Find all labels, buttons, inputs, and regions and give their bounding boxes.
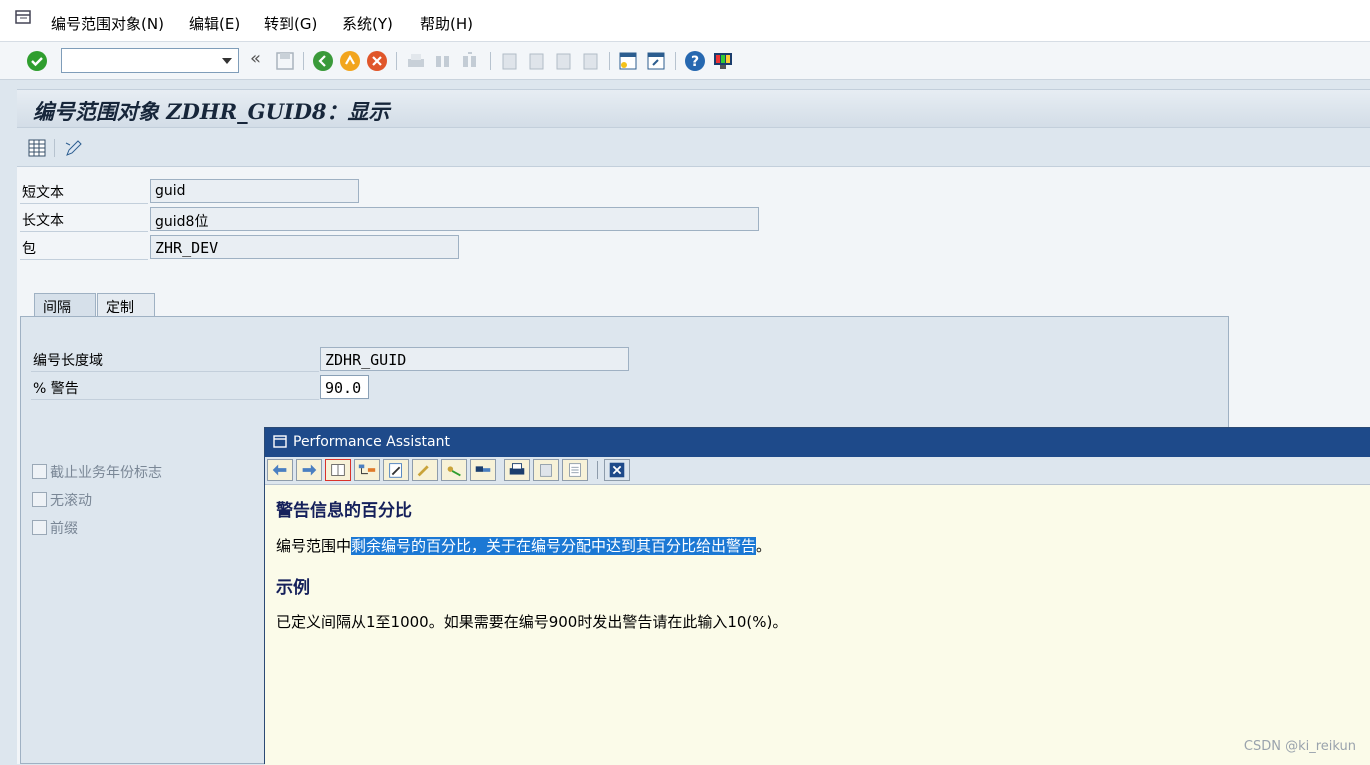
toolbar-separator <box>609 52 610 70</box>
book-icon <box>331 464 345 476</box>
print-icon <box>509 463 525 475</box>
wrench-icon <box>417 465 429 477</box>
help-icon[interactable]: ? <box>684 50 706 72</box>
label-underline <box>31 371 319 372</box>
short-text-label: 短文本 <box>22 185 64 201</box>
no-rolling-checkbox[interactable] <box>32 492 47 507</box>
menu-number-range-object[interactable]: 编号范围对象(N) <box>51 13 164 34</box>
arrow-left-icon <box>272 464 287 476</box>
fiscal-year-checkbox[interactable] <box>32 464 47 479</box>
package-label: 包 <box>22 241 36 257</box>
key-icon <box>447 466 461 477</box>
hierarchy-icon <box>358 464 376 475</box>
short-text-field[interactable]: guid <box>150 179 359 203</box>
bookmark-icon <box>540 464 552 477</box>
find-next-icon[interactable] <box>459 50 481 72</box>
menu-goto[interactable]: 转到(G) <box>264 13 317 34</box>
menu-help[interactable]: 帮助(H) <box>420 13 473 34</box>
close-icon <box>609 462 625 478</box>
cancel-icon[interactable] <box>366 50 388 72</box>
link-button[interactable] <box>470 459 496 481</box>
page-title-bar: 编号范围对象 ZDHR_GUID8：显示 <box>17 89 1370 127</box>
help-paragraph-example: 已定义间隔从1至1000。如果需要在编号900时发出警告请在此输入10(%)。 <box>276 613 788 631</box>
enter-check-icon[interactable] <box>26 50 48 72</box>
watermark: CSDN @ki_reikun <box>1243 739 1356 754</box>
label-underline <box>20 231 148 232</box>
assistant-title-bar[interactable]: Performance Assistant <box>265 428 1370 457</box>
collapse-command-button[interactable]: « <box>250 48 272 70</box>
menu-edit[interactable]: 编辑(E) <box>189 13 240 34</box>
no-rolling-label: 无滚动 <box>50 493 92 509</box>
back-icon[interactable] <box>312 50 334 72</box>
label-underline <box>20 259 148 260</box>
toolbar-separator <box>396 52 397 70</box>
save-icon[interactable] <box>274 50 296 72</box>
assistant-title: Performance Assistant <box>293 434 450 450</box>
svg-text:?: ? <box>691 54 699 70</box>
new-session-icon[interactable] <box>617 50 639 72</box>
warning-percent-label: % 警告 <box>33 381 79 397</box>
label-underline <box>31 399 319 400</box>
help-paragraph-definition[interactable]: 编号范围中剩余编号的百分比，关于在编号分配中达到其百分比给出警告。 <box>276 535 771 556</box>
bookmark-button[interactable] <box>533 459 559 481</box>
help-heading-example: 示例 <box>276 578 310 598</box>
technical-info-button[interactable] <box>325 459 351 481</box>
selected-text: 剩余编号的百分比，关于在编号分配中达到其百分比给出警告 <box>351 537 757 555</box>
warning-percent-field[interactable]: 90.0 <box>320 375 369 399</box>
performance-assistant-window: Performance Assistant 警告信息的百分比 编号范围中剩余编号… <box>264 427 1370 765</box>
list-icon <box>569 463 581 477</box>
edit-button[interactable] <box>383 459 409 481</box>
long-text-field[interactable]: guid8位 <box>150 207 759 231</box>
toolbar-separator <box>490 52 491 70</box>
assistant-toolbar <box>265 457 1370 485</box>
key-button[interactable] <box>441 459 467 481</box>
label-underline <box>20 203 148 204</box>
structure-button[interactable] <box>354 459 380 481</box>
list-button[interactable] <box>562 459 588 481</box>
application-toolbar <box>17 127 1370 167</box>
arrow-right-icon <box>302 464 317 476</box>
link-icon <box>475 466 491 472</box>
tab-customizing[interactable]: 定制 <box>97 293 155 317</box>
last-page-icon[interactable] <box>579 50 601 72</box>
tab-interval[interactable]: 间隔 <box>34 293 96 317</box>
table-view-icon[interactable] <box>28 139 46 157</box>
menu-bar: 编号范围对象(N) 编辑(E) 转到(G) 系统(Y) 帮助(H) <box>0 0 1370 42</box>
back-arrow-button[interactable] <box>267 459 293 481</box>
number-length-domain-label: 编号长度域 <box>33 353 103 369</box>
prefix-label: 前缀 <box>50 521 78 537</box>
help-heading-warning: 警告信息的百分比 <box>276 501 412 521</box>
prefix-checkbox[interactable] <box>32 520 47 535</box>
assistant-help-content: 警告信息的百分比 编号范围中剩余编号的百分比，关于在编号分配中达到其百分比给出警… <box>265 485 1370 765</box>
menu-system[interactable]: 系统(Y) <box>342 13 393 34</box>
window-menu-icon[interactable] <box>14 10 34 26</box>
edit-document-icon <box>389 463 402 478</box>
find-icon[interactable] <box>432 50 454 72</box>
toolbar-separator <box>303 52 304 70</box>
change-pencil-icon[interactable] <box>63 137 85 159</box>
shortcut-icon[interactable] <box>645 50 667 72</box>
customize-layout-icon[interactable] <box>712 50 734 72</box>
close-assistant-button[interactable] <box>604 459 630 481</box>
toolbar-separator <box>54 139 55 157</box>
package-field[interactable]: ZHR_DEV <box>150 235 459 259</box>
fiscal-year-label: 截止业务年份标志 <box>50 465 162 481</box>
exit-icon[interactable] <box>339 50 361 72</box>
chevron-down-icon[interactable] <box>222 58 232 64</box>
number-length-domain-field[interactable]: ZDHR_GUID <box>320 347 629 371</box>
long-text-label: 长文本 <box>22 213 64 229</box>
print-button[interactable] <box>504 459 530 481</box>
print-icon[interactable] <box>405 50 427 72</box>
next-page-icon[interactable] <box>552 50 574 72</box>
tools-button[interactable] <box>412 459 438 481</box>
command-field[interactable] <box>61 48 239 73</box>
page-title: 编号范围对象 ZDHR_GUID8：显示 <box>33 99 390 124</box>
first-page-icon[interactable] <box>498 50 520 72</box>
toolbar-separator <box>675 52 676 70</box>
forward-arrow-button[interactable] <box>296 459 322 481</box>
toolbar-separator <box>597 461 598 479</box>
window-menu-icon[interactable] <box>273 435 289 450</box>
previous-page-icon[interactable] <box>525 50 547 72</box>
